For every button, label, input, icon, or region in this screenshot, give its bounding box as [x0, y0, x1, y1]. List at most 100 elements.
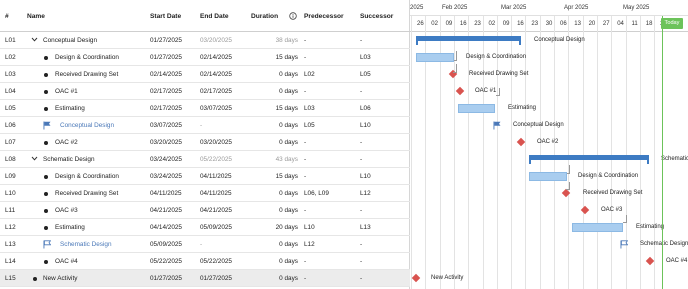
dependency-connector: [453, 64, 457, 73]
gantt-month-label: 2025: [410, 5, 424, 11]
successor-value: -: [360, 156, 363, 163]
gantt-day-label: 09: [445, 21, 453, 27]
table-row[interactable]: L13 Schematic Design 05/09/2025 - 0 days L12 -: [0, 236, 410, 253]
table-row[interactable]: L11 OAC #3 04/21/2025 04/21/2025 0 days - -: [0, 202, 410, 219]
gantt-month-header: 2025 Feb 2025 Mar 2025 Apr 2025 May 2025: [410, 0, 688, 16]
chevron-down-icon[interactable]: [31, 36, 38, 43]
start-date: 02/14/2025: [150, 71, 182, 78]
col-header-num[interactable]: #: [5, 13, 9, 20]
col-header-successor[interactable]: Successor: [360, 13, 393, 20]
table-row[interactable]: L04 OAC #1 02/17/2025 02/17/2025 0 days - -: [0, 83, 410, 100]
info-icon[interactable]: [289, 12, 297, 22]
successor-value: L12: [360, 190, 371, 197]
table-row[interactable]: L12 Estimating 04/14/2025 05/09/2025 20 days…: [0, 219, 410, 236]
task-name: Schematic Design: [43, 156, 95, 163]
table-row[interactable]: L06 Conceptual Design 03/07/2025 - 0 days L05…: [0, 117, 410, 134]
end-date: 05/22/2025: [200, 156, 232, 163]
successor-value: -: [360, 258, 363, 265]
gantt-task-bar[interactable]: [416, 53, 454, 62]
dependency-connector: [567, 165, 570, 174]
table-row[interactable]: L15 New Activity 01/27/2025 01/27/2025 0 day…: [0, 270, 410, 287]
table-row[interactable]: L02 Design & Coordination 01/27/2025 02/14/…: [0, 49, 410, 66]
gantt-milestone-diamond[interactable]: [411, 273, 421, 283]
gantt-milestone-diamond[interactable]: [516, 137, 526, 147]
successor-value: -: [360, 139, 363, 146]
gantt-bar-label: Estimating: [508, 105, 537, 111]
gantt-bar-label: Conceptual Design: [534, 37, 585, 43]
task-name: Received Drawing Set: [55, 190, 119, 197]
gantt-bar-label: Received Drawing Set: [469, 71, 529, 77]
end-date: 04/11/2025: [200, 190, 232, 197]
table-row[interactable]: L05 Estimating 02/17/2025 03/07/2025 15 days…: [0, 100, 410, 117]
gantt-milestone-diamond[interactable]: [455, 86, 465, 96]
table-row[interactable]: L09 Design & Coordination 03/24/2025 04/11/…: [0, 168, 410, 185]
chevron-down-icon[interactable]: [31, 155, 38, 162]
col-header-end[interactable]: End Date: [200, 13, 229, 20]
end-date: 05/09/2025: [200, 224, 232, 231]
dependency-connector: [454, 51, 457, 61]
today-marker[interactable]: Today: [661, 18, 683, 29]
gantt-task-bar[interactable]: [458, 104, 495, 113]
flag-icon: [43, 239, 52, 249]
table-row[interactable]: L14 OAC #4 05/22/2025 05/22/2025 0 days - -: [0, 253, 410, 270]
task-name: Received Drawing Set: [55, 71, 119, 78]
task-name: Schematic Design: [60, 241, 112, 248]
start-date: 03/20/2025: [150, 139, 182, 146]
gantt-summary-bar[interactable]: [529, 155, 649, 164]
task-name: Design & Coordination: [55, 173, 119, 180]
gantt-day-label: 02: [488, 21, 496, 27]
start-date: 05/22/2025: [150, 258, 182, 265]
gantt-month-label: Apr 2025: [564, 5, 589, 11]
row-id: L05: [5, 105, 16, 112]
gantt-task-bar[interactable]: [572, 223, 623, 232]
duration-value: 0 days: [279, 139, 298, 146]
bullet-icon: [44, 208, 48, 213]
gantt-summary-bar[interactable]: [416, 36, 521, 45]
gantt-bar-label: Schematic: [661, 156, 688, 162]
row-id: L13: [5, 241, 16, 248]
gantt-month-label: Mar 2025: [501, 5, 527, 11]
gantt-day-label: 20: [588, 21, 596, 27]
duration-value: 0 days: [279, 71, 298, 78]
successor-value: -: [360, 88, 363, 95]
flag-icon[interactable]: [493, 121, 501, 130]
gantt-bar-label: Design & Coordination: [466, 54, 527, 60]
table-row[interactable]: L01 Conceptual Design 01/27/2025 03/20/2025…: [0, 32, 410, 49]
gantt-milestone-diamond[interactable]: [645, 256, 655, 266]
task-name: Estimating: [55, 105, 85, 112]
table-row[interactable]: L07 OAC #2 03/20/2025 03/20/2025 0 days - -: [0, 134, 410, 151]
gantt-bar-label: Estimating: [636, 224, 665, 230]
duration-value: 0 days: [279, 88, 298, 95]
gantt-bar-label: Conceptual Design: [513, 122, 564, 128]
row-id: L08: [5, 156, 16, 163]
duration-value: 20 days: [275, 224, 298, 231]
gantt-bar-label: Schematic Design: [640, 241, 688, 247]
predecessor-value: -: [304, 258, 307, 265]
flag-icon[interactable]: [620, 240, 629, 249]
col-header-predecessor[interactable]: Predecessor: [304, 13, 344, 20]
gantt-day-label: 09: [502, 21, 510, 27]
table-row[interactable]: L10 Received Drawing Set 04/11/2025 04/11/2…: [0, 185, 410, 202]
bullet-icon: [44, 72, 48, 77]
duration-value: 15 days: [275, 173, 298, 180]
row-id: L02: [5, 54, 16, 61]
row-id: L03: [5, 71, 16, 78]
gantt-day-label: 23: [474, 21, 481, 27]
gantt-bar-label: New Activity: [431, 275, 464, 281]
row-id: L01: [5, 37, 16, 44]
col-header-start[interactable]: Start Date: [150, 13, 181, 20]
start-date: 03/24/2025: [150, 156, 182, 163]
task-name: Design & Coordination: [55, 54, 119, 61]
col-header-name[interactable]: Name: [27, 13, 45, 20]
successor-value: -: [360, 275, 363, 282]
table-row[interactable]: L03 Received Drawing Set 02/14/2025 02/14/2…: [0, 66, 410, 83]
col-header-duration[interactable]: Duration: [251, 13, 278, 20]
table-row[interactable]: L08 Schematic Design 03/24/2025 05/22/2025 4…: [0, 151, 410, 168]
row-id: L07: [5, 139, 16, 146]
bullet-icon: [44, 259, 48, 264]
gantt-task-bar[interactable]: [529, 172, 567, 181]
duration-value: 0 days: [279, 275, 298, 282]
duration-value: 0 days: [279, 122, 298, 129]
successor-value: L06: [360, 105, 371, 112]
gantt-day-label: 16: [517, 21, 524, 27]
